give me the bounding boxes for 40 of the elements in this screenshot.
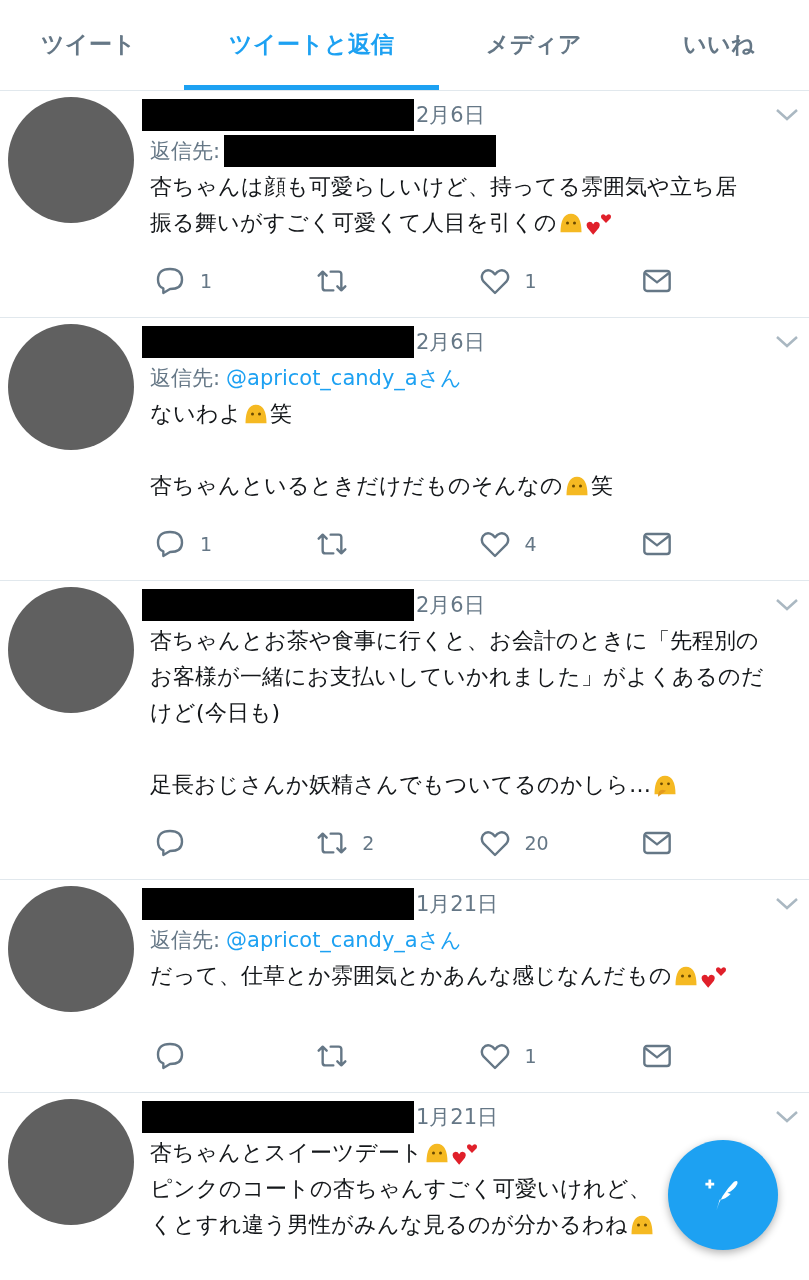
tweet-text: 笑 xyxy=(270,400,292,428)
compose-tweet-button[interactable] xyxy=(668,1140,778,1250)
tweet-text: 杏ちゃんは顔も可愛らしいけど、持ってる雰囲気や立ち居 xyxy=(150,173,737,201)
tweet-date: 2月6日 xyxy=(416,329,485,356)
profile-tab[interactable]: いいね xyxy=(629,0,809,90)
tweet-text: 杏ちゃんとお茶や食事に行くと、お会計のときに「先程別の xyxy=(150,627,759,655)
profile-tab[interactable]: ツイートと返信 xyxy=(184,0,439,90)
reply-icon[interactable] xyxy=(154,827,186,859)
reply-handle-link[interactable]: @apricot_candy_aさん xyxy=(226,926,462,954)
tweet-text: けど(今日も) xyxy=(150,699,281,727)
tweet-date: 1月21日 xyxy=(416,891,499,918)
reply-to-label: 返信先: xyxy=(150,365,221,392)
tweet-text: お客様が一緒にお支払いしていかれました」がよくあるのだ xyxy=(150,663,764,691)
reply-icon[interactable] xyxy=(154,265,186,297)
tweet-text: 笑 xyxy=(591,472,613,500)
reply-count: 1 xyxy=(200,533,213,555)
reply-icon[interactable] xyxy=(154,528,186,560)
reply-icon[interactable] xyxy=(154,1040,186,1072)
tweet-text: くとすれ違う男性がみんな見るのが分かるわね xyxy=(150,1211,628,1239)
like-count: 1 xyxy=(524,1045,537,1067)
retweet-count: 2 xyxy=(362,832,375,854)
tweet-date: 1月21日 xyxy=(416,1104,499,1131)
tweet-date: 2月6日 xyxy=(416,102,485,129)
profile-tab[interactable]: メディア xyxy=(439,0,629,90)
reply-to-label: 返信先: xyxy=(150,138,221,165)
tweet-text: だって、仕草とか雰囲気とかあんな感じなんだもの xyxy=(150,962,672,990)
like-count: 4 xyxy=(524,533,537,555)
like-count: 20 xyxy=(524,832,549,854)
reply-count: 1 xyxy=(200,270,213,292)
tweet-text: 足長おじさんか妖精さんでもついてるのかしら… xyxy=(150,771,651,799)
reply-handle-link[interactable]: @apricot_candy_aさん xyxy=(226,364,462,392)
tweet-text: 杏ちゃんといるときだけだものそんなの xyxy=(150,472,563,500)
reply-to-label: 返信先: xyxy=(150,927,221,954)
tweet-text: ないわよ xyxy=(150,400,242,428)
tweet-text: ピンクのコートの杏ちゃんすごく可愛いけれど、 xyxy=(150,1175,651,1203)
like-count: 1 xyxy=(524,270,537,292)
profile-tab[interactable]: ツイート xyxy=(0,0,176,90)
tweet-date: 2月6日 xyxy=(416,592,485,619)
tweet-text: 杏ちゃんとスイーツデート xyxy=(150,1139,423,1167)
tweet-text: 振る舞いがすごく可愛くて人目を引くの xyxy=(150,209,557,237)
